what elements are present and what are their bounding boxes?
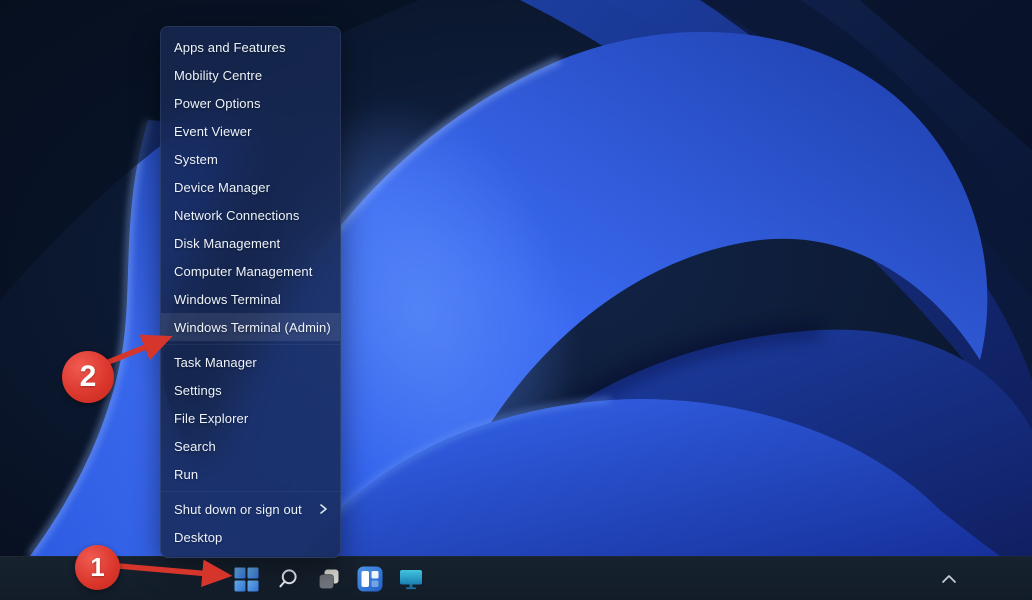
chevron-up-icon (941, 574, 957, 584)
menu-item-device-manager[interactable]: Device Manager (161, 173, 340, 201)
menu-item-event-viewer[interactable]: Event Viewer (161, 117, 340, 145)
menu-item-label: Shut down or sign out (174, 502, 302, 517)
task-view-button[interactable] (312, 563, 345, 596)
menu-item-run[interactable]: Run (161, 460, 340, 488)
menu-item-label: Settings (174, 383, 222, 398)
menu-item-label: Desktop (174, 530, 222, 545)
menu-item-settings[interactable]: Settings (161, 376, 340, 404)
quick-link-menu: Apps and Features Mobility Centre Power … (160, 26, 341, 558)
menu-item-file-explorer[interactable]: File Explorer (161, 404, 340, 432)
menu-item-windows-terminal[interactable]: Windows Terminal (161, 285, 340, 313)
monitor-icon (398, 566, 424, 592)
search-icon (276, 567, 300, 591)
taskbar (0, 556, 1032, 600)
menu-item-label: Task Manager (174, 355, 257, 370)
menu-item-label: Power Options (174, 96, 261, 111)
menu-item-label: Mobility Centre (174, 68, 262, 83)
windows-logo-icon (234, 567, 259, 592)
menu-item-system[interactable]: System (161, 145, 340, 173)
menu-separator (161, 344, 340, 345)
menu-item-label: Computer Management (174, 264, 312, 279)
menu-item-label: Run (174, 467, 198, 482)
menu-item-computer-management[interactable]: Computer Management (161, 257, 340, 285)
menu-item-network-connections[interactable]: Network Connections (161, 201, 340, 229)
menu-item-label: Network Connections (174, 208, 299, 223)
menu-item-windows-terminal-admin[interactable]: Windows Terminal (Admin) (161, 313, 340, 341)
menu-item-label: System (174, 152, 218, 167)
menu-item-label: Device Manager (174, 180, 270, 195)
menu-item-label: Search (174, 439, 216, 454)
menu-item-apps-and-features[interactable]: Apps and Features (161, 33, 340, 61)
menu-item-desktop[interactable]: Desktop (161, 523, 340, 551)
menu-item-shut-down-or-sign-out[interactable]: Shut down or sign out (161, 495, 340, 523)
menu-item-label: Windows Terminal (174, 292, 281, 307)
menu-item-disk-management[interactable]: Disk Management (161, 229, 340, 257)
taskbar-icons (230, 557, 427, 600)
show-hidden-icons-button[interactable] (940, 570, 958, 588)
menu-item-label: Apps and Features (174, 40, 286, 55)
widgets-button[interactable] (353, 563, 386, 596)
chevron-right-icon (317, 502, 329, 516)
desktop-screen: Apps and Features Mobility Centre Power … (0, 0, 1032, 600)
desktop-wallpaper (0, 0, 1032, 556)
menu-item-mobility-centre[interactable]: Mobility Centre (161, 61, 340, 89)
start-button[interactable] (230, 563, 263, 596)
menu-item-power-options[interactable]: Power Options (161, 89, 340, 117)
widgets-icon (357, 566, 383, 592)
task-view-icon (317, 567, 341, 591)
menu-item-label: Event Viewer (174, 124, 252, 139)
display-app-button[interactable] (394, 563, 427, 596)
menu-item-task-manager[interactable]: Task Manager (161, 348, 340, 376)
menu-item-label: File Explorer (174, 411, 248, 426)
menu-item-label: Windows Terminal (Admin) (174, 320, 331, 335)
search-button[interactable] (271, 563, 304, 596)
menu-item-label: Disk Management (174, 236, 280, 251)
menu-separator (161, 491, 340, 492)
menu-item-search[interactable]: Search (161, 432, 340, 460)
